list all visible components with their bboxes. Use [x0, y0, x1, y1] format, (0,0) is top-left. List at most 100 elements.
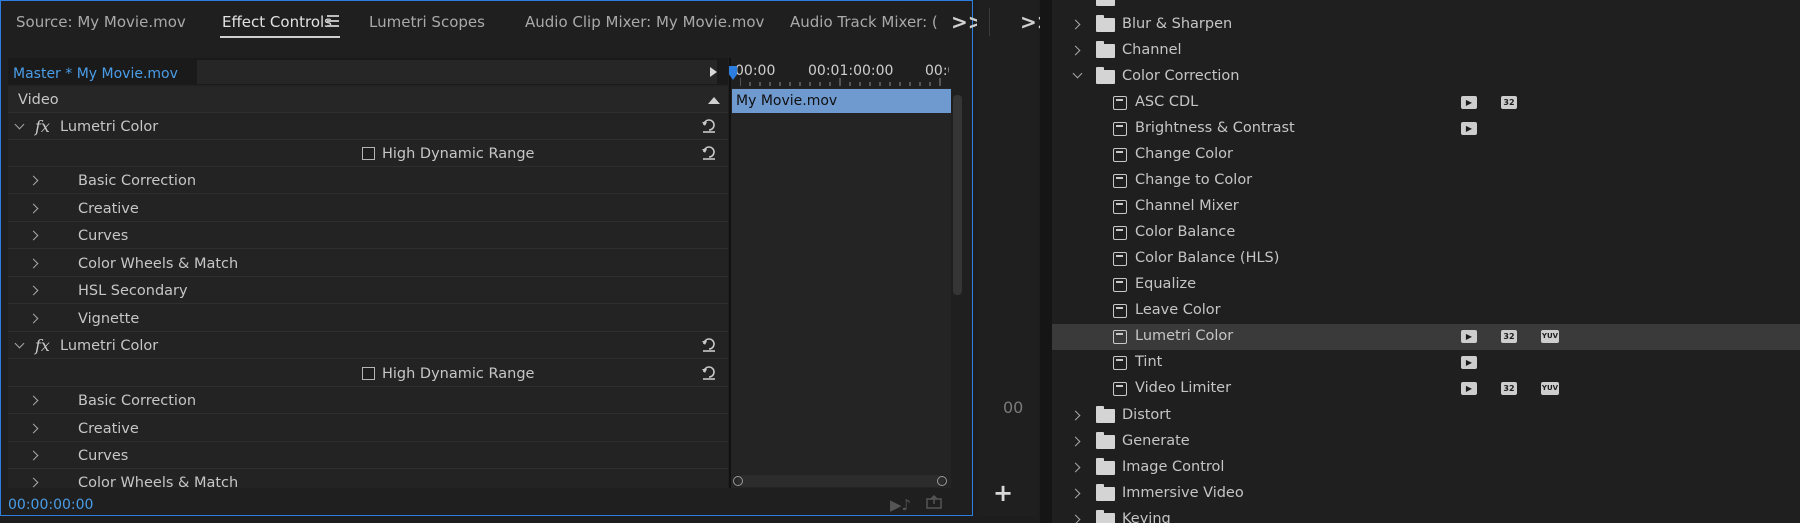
effect-row-lumetri-1[interactable]: fx Lumetri Color: [8, 114, 728, 140]
mini-timeline[interactable]: [731, 58, 951, 488]
folder-label: Distort: [1122, 407, 1171, 423]
zoom-handle-left[interactable]: [733, 476, 743, 486]
section-row[interactable]: Curves: [8, 443, 728, 469]
collapse-up-icon[interactable]: [708, 97, 720, 104]
section-row[interactable]: Color Wheels & Match: [8, 470, 728, 488]
section-row[interactable]: Vignette: [8, 306, 728, 332]
clip-label: My Movie.mov: [736, 93, 838, 109]
chevron-right-icon[interactable]: [28, 285, 39, 296]
tab-audio-track-mixer[interactable]: Audio Track Mixer: (: [790, 13, 938, 31]
effect-item-label: Lumetri Color: [1135, 328, 1234, 344]
effect-item[interactable]: ASC CDL ▶ 32: [1052, 90, 1800, 116]
current-timecode[interactable]: 00:00:00:00: [8, 497, 93, 513]
effect-item[interactable]: Equalize: [1052, 272, 1800, 298]
chevron-down-icon[interactable]: [14, 119, 25, 130]
chevron-right-icon[interactable]: [28, 203, 39, 214]
chevron-right-icon[interactable]: [1070, 19, 1081, 30]
folder-row[interactable]: Distort: [1052, 403, 1800, 429]
effect-item[interactable]: Change Color: [1052, 142, 1800, 168]
folder-icon: [1096, 484, 1115, 501]
fx-icon[interactable]: fx: [35, 336, 50, 355]
effect-name: Lumetri Color: [60, 119, 159, 135]
chevron-right-icon[interactable]: [28, 175, 39, 186]
chevron-down-icon[interactable]: [14, 338, 25, 349]
vertical-scrollbar[interactable]: [953, 95, 962, 295]
chevron-right-icon[interactable]: [1070, 462, 1081, 473]
export-icon[interactable]: [926, 495, 942, 509]
32bit-badge-icon: 32: [1501, 330, 1517, 343]
chevron-right-icon[interactable]: [28, 477, 39, 488]
folder-row-expanded[interactable]: Color Correction: [1052, 64, 1800, 90]
section-row[interactable]: Basic Correction: [8, 388, 728, 414]
folder-label: Channel: [1122, 42, 1182, 58]
effect-item[interactable]: Color Balance (HLS): [1052, 246, 1800, 272]
horizontal-zoom-scrollbar[interactable]: [737, 475, 944, 487]
zoom-handle-right[interactable]: [937, 476, 947, 486]
chevron-right-icon[interactable]: [28, 258, 39, 269]
section-row[interactable]: Basic Correction: [8, 168, 728, 194]
effect-item[interactable]: Video Limiter ▶ 32 YUV: [1052, 376, 1800, 402]
chevron-right-icon[interactable]: [28, 395, 39, 406]
chevron-right-icon[interactable]: [1070, 514, 1081, 523]
effect-item-selected[interactable]: Lumetri Color ▶ 32 YUV: [1052, 324, 1800, 350]
chevron-right-icon[interactable]: [28, 313, 39, 324]
video-label: Video: [18, 92, 59, 108]
folder-row[interactable]: Generate: [1052, 429, 1800, 455]
chevron-right-icon[interactable]: [1070, 488, 1081, 499]
folder-row[interactable]: Image Control: [1052, 455, 1800, 481]
video-effect-icon: [1113, 356, 1127, 370]
section-row[interactable]: Creative: [8, 416, 728, 442]
effect-item[interactable]: Tint ▶: [1052, 350, 1800, 376]
hdr-checkbox[interactable]: [362, 367, 375, 380]
chevron-down-icon[interactable]: [1072, 68, 1083, 79]
fx-icon[interactable]: fx: [35, 117, 50, 136]
section-row[interactable]: Curves: [8, 223, 728, 249]
tab-source[interactable]: Source: My Movie.mov: [16, 13, 186, 31]
folder-row[interactable]: Blur & Sharpen: [1052, 12, 1800, 38]
add-icon[interactable]: +: [993, 479, 1013, 507]
hdr-row: High Dynamic Range: [8, 141, 728, 167]
reset-icon[interactable]: [700, 336, 718, 354]
effect-row-lumetri-2[interactable]: fx Lumetri Color: [8, 333, 728, 359]
tab-effect-controls[interactable]: Effect Controls: [222, 13, 332, 31]
effect-item[interactable]: Channel Mixer: [1052, 194, 1800, 220]
reset-icon[interactable]: [700, 364, 718, 382]
32bit-badge-icon: 32: [1501, 382, 1517, 395]
play-triangle-icon[interactable]: [710, 67, 717, 77]
reset-icon[interactable]: [700, 117, 718, 135]
effect-item[interactable]: Change to Color: [1052, 168, 1800, 194]
section-row[interactable]: Creative: [8, 196, 728, 222]
panel-gutter: [1040, 0, 1052, 523]
video-header-row: Video: [8, 87, 728, 113]
video-effect-icon: [1113, 96, 1127, 110]
play-audio-icon[interactable]: ▶♪: [890, 496, 911, 514]
tab-audio-clip-mixer[interactable]: Audio Clip Mixer: My Movie.mov: [525, 13, 764, 31]
effect-item-label: Color Balance (HLS): [1135, 250, 1280, 266]
folder-row[interactable]: Channel: [1052, 38, 1800, 64]
effect-item-label: Equalize: [1135, 276, 1197, 292]
panel-menu-icon[interactable]: [327, 15, 339, 28]
section-row[interactable]: Color Wheels & Match: [8, 251, 728, 277]
hdr-checkbox[interactable]: [362, 147, 375, 160]
effect-item[interactable]: Color Balance: [1052, 220, 1800, 246]
effect-item[interactable]: Leave Color: [1052, 298, 1800, 324]
hdr-label: High Dynamic Range: [382, 366, 535, 382]
yuv-badge-icon: YUV: [1541, 330, 1559, 343]
chevron-right-icon[interactable]: [1070, 45, 1081, 56]
master-clip-dropdown[interactable]: [197, 60, 717, 84]
section-row[interactable]: HSL Secondary: [8, 278, 728, 304]
folder-row[interactable]: Immersive Video: [1052, 481, 1800, 507]
reset-icon[interactable]: [700, 144, 718, 162]
chevron-right-icon[interactable]: [28, 423, 39, 434]
folder-row[interactable]: Keying: [1052, 507, 1800, 523]
tab-lumetri-scopes[interactable]: Lumetri Scopes: [369, 13, 485, 31]
chevron-right-icon[interactable]: [1070, 410, 1081, 421]
folder-label: Image Control: [1122, 459, 1225, 475]
chevron-right-icon[interactable]: [28, 450, 39, 461]
master-clip-label[interactable]: Master * My Movie.mov: [13, 66, 178, 82]
chevron-right-icon[interactable]: [1070, 436, 1081, 447]
chevron-right-icon[interactable]: [28, 230, 39, 241]
accelerated-badge-icon: ▶: [1461, 330, 1477, 343]
folder-row[interactable]: [1052, 0, 1800, 8]
effect-item[interactable]: Brightness & Contrast ▶: [1052, 116, 1800, 142]
